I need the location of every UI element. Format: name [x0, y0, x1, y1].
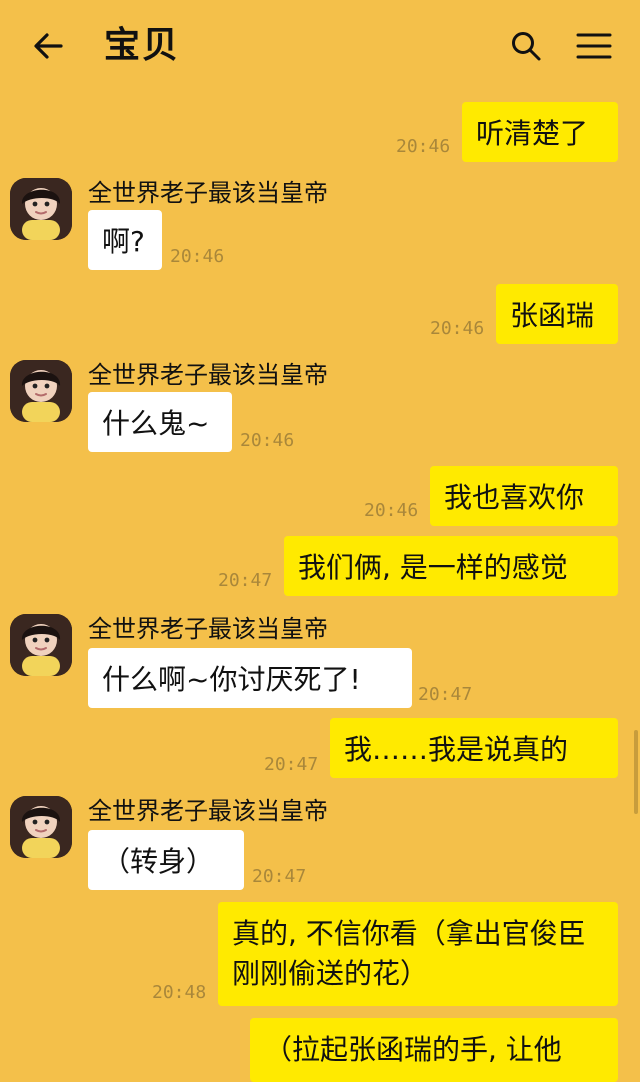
message-timestamp: 20:47	[418, 684, 473, 705]
message-bubble[interactable]: 什么鬼~	[88, 392, 232, 452]
avatar-image	[10, 178, 72, 240]
scrollbar[interactable]	[634, 730, 638, 814]
chat-screen: 宝贝 20:46 听清楚了 全世界老子最该当皇帝 啊? 20:46 20:46 …	[0, 0, 640, 1082]
message-timestamp: 20:46	[430, 318, 485, 339]
message-list[interactable]: 20:46 听清楚了 全世界老子最该当皇帝 啊? 20:46 20:46 张函瑞…	[0, 0, 640, 1082]
message-timestamp: 20:48	[152, 982, 207, 1003]
sender-name: 全世界老子最该当皇帝	[88, 797, 328, 825]
message-timestamp: 20:47	[264, 754, 319, 775]
avatar-image	[10, 796, 72, 858]
message-timestamp: 20:46	[170, 246, 225, 267]
message-bubble[interactable]: 我……我是说真的	[330, 718, 618, 778]
sender-name: 全世界老子最该当皇帝	[88, 179, 328, 207]
avatar-image	[10, 614, 72, 676]
sender-name: 全世界老子最该当皇帝	[88, 361, 328, 389]
message-bubble[interactable]: 啊?	[88, 210, 162, 270]
message-bubble[interactable]: 听清楚了	[462, 102, 618, 162]
message-bubble[interactable]: 什么啊~你讨厌死了!	[88, 648, 412, 708]
message-bubble[interactable]: 真的, 不信你看（拿出官俊臣刚刚偷送的花）	[218, 902, 618, 1006]
message-bubble[interactable]: 我也喜欢你	[430, 466, 618, 526]
message-bubble[interactable]: （转身）	[88, 830, 244, 890]
sender-name: 全世界老子最该当皇帝	[88, 615, 328, 643]
avatar[interactable]	[10, 796, 72, 858]
message-bubble[interactable]: 我们俩, 是一样的感觉	[284, 536, 618, 596]
avatar-image	[10, 360, 72, 422]
message-bubble[interactable]: （拉起张函瑞的手, 让他	[250, 1018, 618, 1082]
message-timestamp: 20:46	[396, 136, 451, 157]
message-timestamp: 20:47	[218, 570, 273, 591]
message-bubble[interactable]: 张函瑞	[496, 284, 618, 344]
message-timestamp: 20:46	[240, 430, 295, 451]
avatar[interactable]	[10, 178, 72, 240]
message-timestamp: 20:47	[252, 866, 307, 887]
avatar[interactable]	[10, 614, 72, 676]
message-timestamp: 20:46	[364, 500, 419, 521]
avatar[interactable]	[10, 360, 72, 422]
